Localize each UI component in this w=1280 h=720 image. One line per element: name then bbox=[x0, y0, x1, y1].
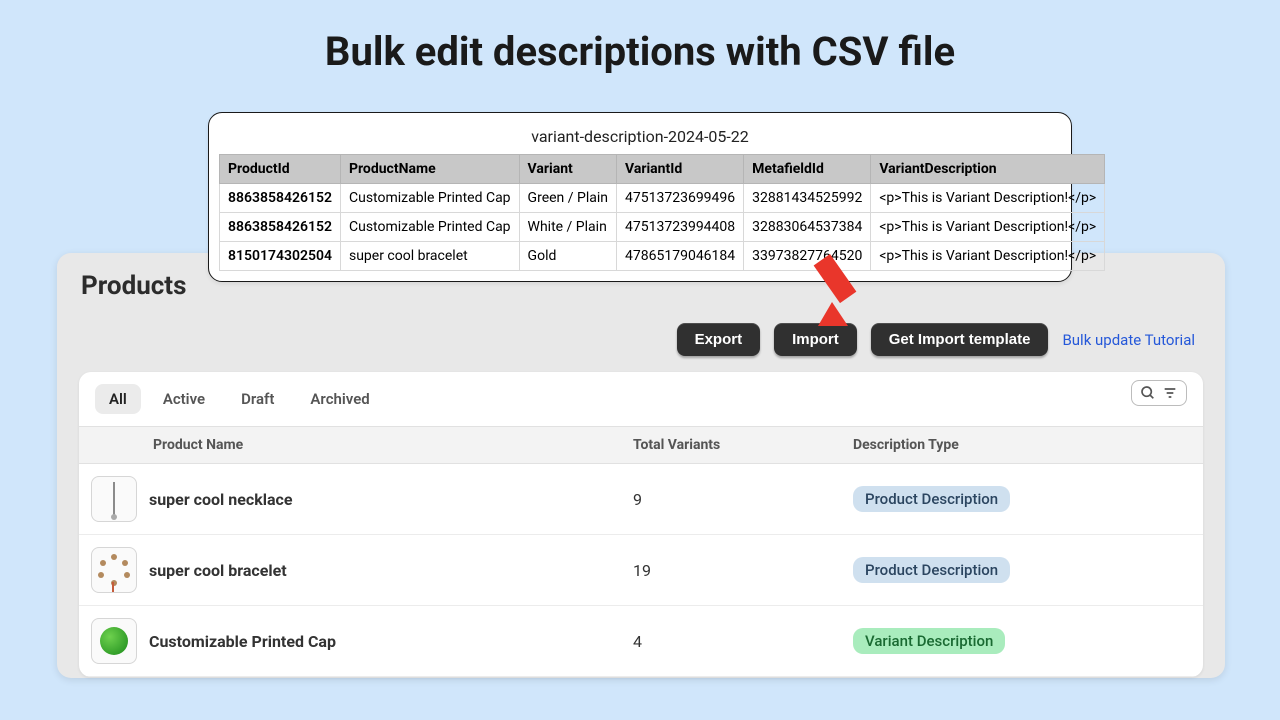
csv-filename: variant-description-2024-05-22 bbox=[219, 123, 1061, 154]
description-type-badge: Product Description bbox=[853, 557, 1010, 583]
col-head-desctype: Description Type bbox=[853, 437, 1203, 453]
action-bar: Export Import Get Import template Bulk u… bbox=[57, 301, 1225, 372]
csv-cell-desc: <p>This is Variant Description!</p> bbox=[871, 213, 1105, 242]
csv-col-variant: Variant bbox=[519, 155, 616, 184]
export-button[interactable]: Export bbox=[677, 323, 761, 356]
csv-cell-productname: super cool bracelet bbox=[340, 242, 519, 271]
csv-col-productname: ProductName bbox=[340, 155, 519, 184]
csv-cell-variantid: 47513723699496 bbox=[617, 184, 744, 213]
product-row[interactable]: Customizable Printed Cap 4 Variant Descr… bbox=[79, 606, 1203, 677]
csv-cell-productid: 8863858426152 bbox=[220, 184, 341, 213]
products-list-card: All Active Draft Archived Product Name T… bbox=[79, 372, 1203, 677]
csv-cell-variant: Gold bbox=[519, 242, 616, 271]
product-thumbnail bbox=[91, 547, 137, 593]
product-row[interactable]: super cool bracelet 19 Product Descripti… bbox=[79, 535, 1203, 606]
product-name: Customizable Printed Cap bbox=[149, 632, 633, 651]
product-thumbnail bbox=[91, 618, 137, 664]
import-button[interactable]: Import bbox=[774, 323, 857, 356]
col-head-name: Product Name bbox=[149, 437, 633, 453]
search-filter-button[interactable] bbox=[1131, 380, 1187, 406]
csv-col-metafieldid: MetafieldId bbox=[744, 155, 871, 184]
csv-cell-metafieldid: 33973827764520 bbox=[744, 242, 871, 271]
variant-count: 19 bbox=[633, 561, 853, 580]
csv-cell-desc: <p>This is Variant Description!</p> bbox=[871, 242, 1105, 271]
csv-cell-productid: 8150174302504 bbox=[220, 242, 341, 271]
bulk-update-tutorial-link[interactable]: Bulk update Tutorial bbox=[1062, 331, 1195, 349]
csv-cell-productname: Customizable Printed Cap bbox=[340, 184, 519, 213]
csv-preview-card: variant-description-2024-05-22 ProductId… bbox=[208, 112, 1072, 282]
filter-icon bbox=[1162, 385, 1178, 401]
variant-count: 9 bbox=[633, 490, 853, 509]
get-import-template-button[interactable]: Get Import template bbox=[871, 323, 1049, 356]
search-icon bbox=[1140, 385, 1156, 401]
csv-row: 8863858426152 Customizable Printed Cap W… bbox=[220, 213, 1105, 242]
csv-col-variantid: VariantId bbox=[617, 155, 744, 184]
products-panel: Products Export Import Get Import templa… bbox=[57, 253, 1225, 678]
csv-cell-variantid: 47513723994408 bbox=[617, 213, 744, 242]
csv-cell-productname: Customizable Printed Cap bbox=[340, 213, 519, 242]
csv-cell-productid: 8863858426152 bbox=[220, 213, 341, 242]
csv-cell-variant: White / Plain bbox=[519, 213, 616, 242]
product-thumbnail bbox=[91, 476, 137, 522]
variant-count: 4 bbox=[633, 632, 853, 651]
product-name: super cool necklace bbox=[149, 490, 633, 509]
csv-col-desc: VariantDescription bbox=[871, 155, 1105, 184]
tab-row: All Active Draft Archived bbox=[79, 372, 1203, 426]
col-head-variants: Total Variants bbox=[633, 437, 853, 453]
tab-active[interactable]: Active bbox=[149, 384, 219, 414]
csv-table: ProductId ProductName Variant VariantId … bbox=[219, 154, 1105, 271]
csv-cell-variantid: 47865179046184 bbox=[617, 242, 744, 271]
csv-row: 8150174302504 super cool bracelet Gold 4… bbox=[220, 242, 1105, 271]
product-name: super cool bracelet bbox=[149, 561, 633, 580]
tab-archived[interactable]: Archived bbox=[296, 384, 383, 414]
csv-col-productid: ProductId bbox=[220, 155, 341, 184]
column-header-row: Product Name Total Variants Description … bbox=[79, 426, 1203, 464]
description-type-badge: Variant Description bbox=[853, 628, 1005, 654]
csv-cell-desc: <p>This is Variant Description!</p> bbox=[871, 184, 1105, 213]
tab-draft[interactable]: Draft bbox=[227, 384, 288, 414]
csv-cell-metafieldid: 32881434525992 bbox=[744, 184, 871, 213]
description-type-badge: Product Description bbox=[853, 486, 1010, 512]
csv-cell-variant: Green / Plain bbox=[519, 184, 616, 213]
tab-all[interactable]: All bbox=[95, 384, 141, 414]
page-title: Bulk edit descriptions with CSV file bbox=[0, 0, 1280, 75]
csv-row: 8863858426152 Customizable Printed Cap G… bbox=[220, 184, 1105, 213]
product-row[interactable]: super cool necklace 9 Product Descriptio… bbox=[79, 464, 1203, 535]
csv-cell-metafieldid: 32883064537384 bbox=[744, 213, 871, 242]
